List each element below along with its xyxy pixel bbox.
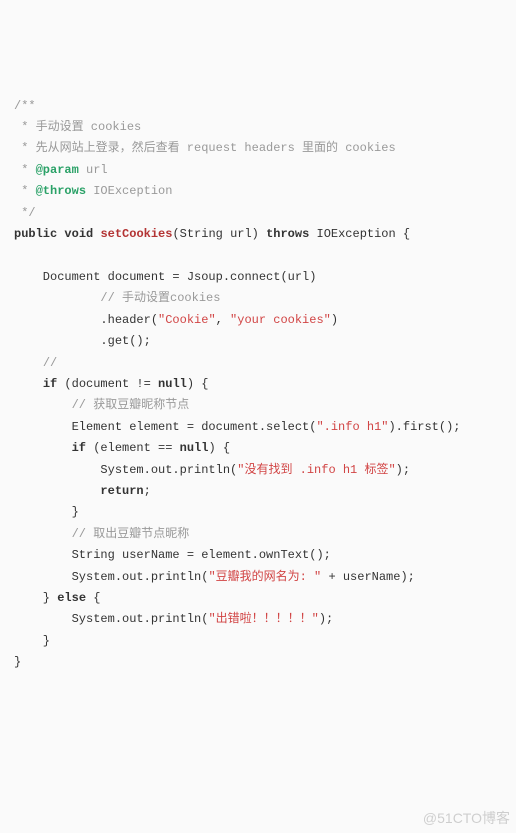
string-literal: "出错啦！！！！！" [208,612,318,626]
param-tag: @param [36,163,79,177]
code-line: Element element = document.select(".info… [14,420,460,434]
code-line: .header("Cookie", "your cookies") [14,313,338,327]
keyword-null: null [180,441,209,455]
string-literal: ".info h1" [316,420,388,434]
code-line: if (document != null) { [14,377,208,391]
inline-comment: // 手动设置cookies [100,291,220,305]
string-literal: "your cookies" [230,313,331,327]
keyword-void: void [64,227,93,241]
code-line: } else { [14,591,100,605]
string-literal: "Cookie" [158,313,216,327]
javadoc-line: * 手动设置 cookies [14,120,141,134]
string-literal: "没有找到 .info h1 标签" [237,463,395,477]
keyword-throws: throws [266,227,309,241]
code-line: // [14,356,57,370]
javadoc-line: * @param url [14,163,108,177]
keyword-return: return [100,484,143,498]
code-block: /** * 手动设置 cookies * 先从网站上登录，然后查看 reques… [14,96,502,674]
code-line: System.out.println("出错啦！！！！！"); [14,612,333,626]
inline-comment: // 获取豆瓣昵称节点 [72,398,190,412]
code-line: // 手动设置cookies [14,291,220,305]
watermark-text: @51CTO博客 [423,808,510,829]
throws-tag: @throws [36,184,86,198]
inline-comment: // 取出豆瓣节点昵称 [72,527,190,541]
keyword-else: else [57,591,86,605]
javadoc-line: * 先从网站上登录，然后查看 request headers 里面的 cooki… [14,141,396,155]
code-line: .get(); [14,334,151,348]
code-line: Document document = Jsoup.connect(url) [14,270,316,284]
keyword-null: null [158,377,187,391]
code-line: // 获取豆瓣昵称节点 [14,398,189,412]
code-line: } [14,505,79,519]
javadoc-open: /** [14,99,36,113]
keyword-if: if [72,441,86,455]
code-line: String userName = element.ownText(); [14,548,331,562]
param-list: (String url) [172,227,266,241]
code-line: return; [14,484,151,498]
inline-comment: // [43,356,57,370]
code-line: } [14,634,50,648]
code-line: } [14,655,21,669]
code-line: // 取出豆瓣节点昵称 [14,527,189,541]
keyword-if: if [43,377,57,391]
code-line: System.out.println("没有找到 .info h1 标签"); [14,463,410,477]
code-line: if (element == null) { [14,441,230,455]
javadoc-line: * @throws IOException [14,184,172,198]
javadoc-close: */ [14,206,36,220]
keyword-public: public [14,227,57,241]
method-name: setCookies [100,227,172,241]
